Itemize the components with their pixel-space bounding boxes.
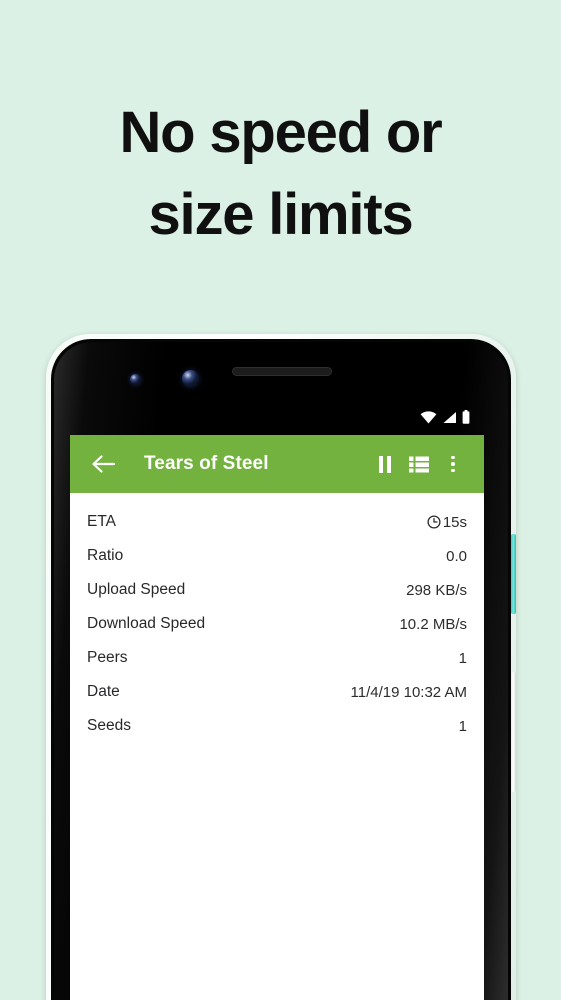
clock-icon (427, 515, 441, 529)
page-title: No speed or size limits (0, 92, 561, 256)
detail-value-text: 15s (442, 513, 467, 531)
detail-value: 1 (458, 717, 467, 735)
earpiece-speaker-icon (232, 367, 332, 376)
front-camera-large-icon (182, 370, 199, 387)
table-row[interactable]: Ratio 0.0 (87, 539, 467, 573)
detail-value: 11/4/19 10:32 AM (350, 683, 467, 701)
headline-line-1: No speed or (119, 100, 443, 165)
app-bar-title: Tears of Steel (144, 453, 269, 474)
detail-label: ETA (87, 513, 116, 530)
back-button[interactable] (86, 444, 120, 484)
list-icon (409, 456, 429, 472)
detail-label: Upload Speed (87, 581, 186, 598)
table-row[interactable]: Download Speed 10.2 MB/s (87, 607, 467, 641)
power-button[interactable] (511, 534, 516, 614)
wifi-icon (420, 410, 437, 423)
volume-button[interactable] (511, 672, 516, 792)
headline-line-2: size limits (148, 182, 413, 247)
detail-label: Seeds (87, 717, 131, 734)
back-arrow-icon (92, 455, 116, 473)
detail-value: 298 KB/s (406, 581, 467, 599)
detail-label: Ratio (87, 547, 124, 564)
detail-label: Peers (87, 649, 128, 666)
cellular-signal-icon (443, 411, 456, 423)
table-row[interactable]: Date 11/4/19 10:32 AM (87, 675, 467, 709)
table-row[interactable]: Peers 1 (87, 641, 467, 675)
table-row[interactable]: Seeds 1 (87, 709, 467, 743)
more-vert-icon (451, 455, 455, 473)
phone-mockup: Tears of Steel ETA 15s Ratio 0.0 Upload … (46, 334, 516, 1000)
detail-value: 10.2 MB/s (399, 615, 467, 633)
app-bar: Tears of Steel (70, 435, 484, 493)
phone-screen: Tears of Steel ETA 15s Ratio 0.0 Upload … (70, 435, 484, 1000)
pause-button[interactable] (368, 444, 402, 484)
queue-button[interactable] (402, 444, 436, 484)
table-row[interactable]: Upload Speed 298 KB/s (87, 573, 467, 607)
table-row[interactable]: ETA 15s (87, 505, 467, 539)
battery-icon (462, 410, 470, 424)
detail-value: 1 (458, 649, 467, 667)
front-camera-small-icon (130, 374, 141, 385)
torrent-details-list: ETA 15s Ratio 0.0 Upload Speed 298 KB/s (70, 493, 484, 743)
detail-label: Download Speed (87, 615, 206, 632)
detail-value: 0.0 (446, 547, 467, 565)
detail-label: Date (87, 683, 120, 700)
overflow-menu-button[interactable] (436, 444, 470, 484)
detail-value: 15s (427, 514, 467, 531)
status-bar (70, 402, 484, 432)
pause-icon (379, 455, 391, 473)
